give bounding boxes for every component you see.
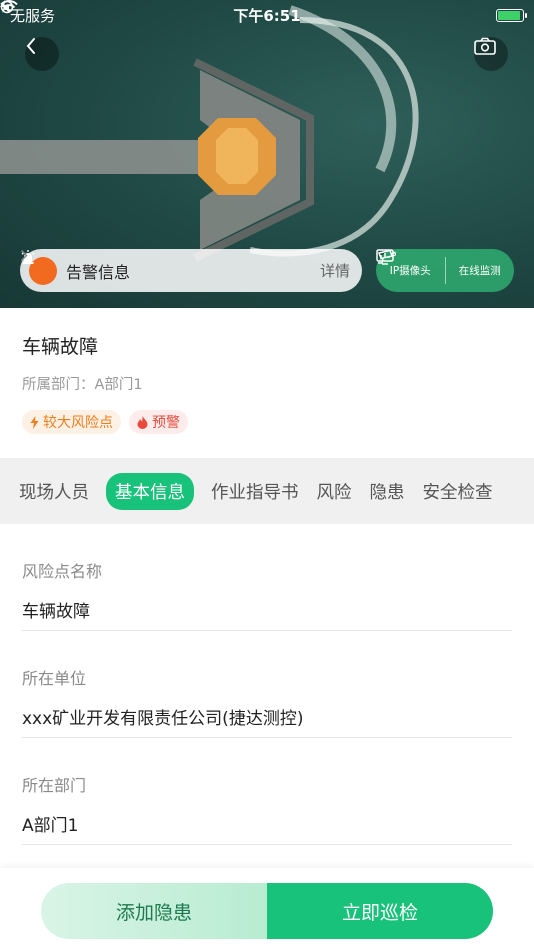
risk-level-label: 较大风险点 [43, 415, 113, 431]
risk-level-badge: 较大风险点 [22, 410, 121, 434]
back-button[interactable] [25, 37, 59, 71]
department-line: 所属部门： A部门1 [22, 373, 512, 394]
bottom-action-bar: 添加隐患 立即巡检 [0, 868, 534, 950]
alarm-title: 告警信息 [66, 262, 131, 282]
add-hazard-button[interactable]: 添加隐患 [41, 883, 267, 939]
tab-onsite-staff[interactable]: 现场人员 [10, 473, 98, 510]
detail-row: 所在部门 A部门1 [22, 738, 512, 845]
alarm-detail-label: 详情 [319, 262, 350, 280]
detail-label: 所在单位 [22, 669, 87, 688]
alarm-detail-link[interactable]: 详情 [20, 249, 350, 281]
risk-point-title: 车辆故障 [22, 336, 99, 358]
alarm-icon [21, 250, 57, 285]
detail-label: 所在部门 [22, 776, 87, 795]
ip-camera-label: IP摄像头 [389, 265, 431, 277]
camera-icon [474, 37, 496, 55]
detail-row: 所在单位 xxx矿业开发有限责任公司(捷达测控) [22, 631, 512, 738]
hero-image: 无服务 下午6:51 告警信息 详情 IP摄像头 在线监测 [0, 0, 534, 308]
tab-bar: 现场人员 基本信息 作业指导书 风险 隐患 安全检查 [0, 458, 534, 524]
monitor-pill: IP摄像头 在线监测 [376, 249, 514, 292]
lightning-icon [30, 415, 39, 429]
detail-value: xxx矿业开发有限责任公司(捷达测控) [22, 709, 304, 729]
detail-value: A部门1 [22, 816, 79, 836]
patrol-now-button[interactable]: 立即巡检 [267, 883, 493, 939]
department-label: 所属部门： [22, 377, 95, 393]
status-bar: 无服务 下午6:51 [0, 0, 534, 30]
warning-label: 预警 [152, 415, 180, 431]
chevron-left-icon [26, 38, 35, 54]
status-time: 下午6:51 [233, 6, 301, 25]
online-monitor-button[interactable]: 在线监测 [376, 249, 515, 292]
detail-value: 车辆故障 [22, 602, 90, 622]
basic-info-list: 风险点名称 车辆故障 所在单位 xxx矿业开发有限责任公司(捷达测控) 所在部门… [0, 524, 534, 869]
tab-basic-info[interactable]: 基本信息 [106, 472, 194, 510]
monitor-screen-icon [376, 249, 394, 265]
alarm-info-bar[interactable]: 告警信息 详情 [20, 249, 362, 292]
tab-work-instructions[interactable]: 作业指导书 [202, 473, 308, 510]
chevron-right-icon [20, 249, 28, 262]
camera-switch-button[interactable] [474, 37, 508, 71]
flame-icon [137, 415, 148, 429]
action-button-group: 添加隐患 立即巡检 [41, 883, 493, 939]
online-monitor-label: 在线监测 [458, 265, 501, 277]
warning-badge: 预警 [129, 410, 188, 434]
tab-risk[interactable]: 风险 [308, 473, 361, 510]
risk-point-summary: 车辆故障 所属部门： A部门1 较大风险点 预警 [0, 308, 534, 458]
detail-row: 风险点名称 车辆故障 [22, 524, 512, 631]
charging-icon [0, 0, 8, 13]
battery-icon [496, 8, 527, 22]
department-value: A部门1 [94, 377, 143, 393]
detail-label: 风险点名称 [22, 562, 103, 581]
tag-list: 较大风险点 预警 [22, 410, 512, 434]
tab-hazard[interactable]: 隐患 [361, 473, 414, 510]
tab-safety-check[interactable]: 安全检查 [414, 473, 502, 510]
